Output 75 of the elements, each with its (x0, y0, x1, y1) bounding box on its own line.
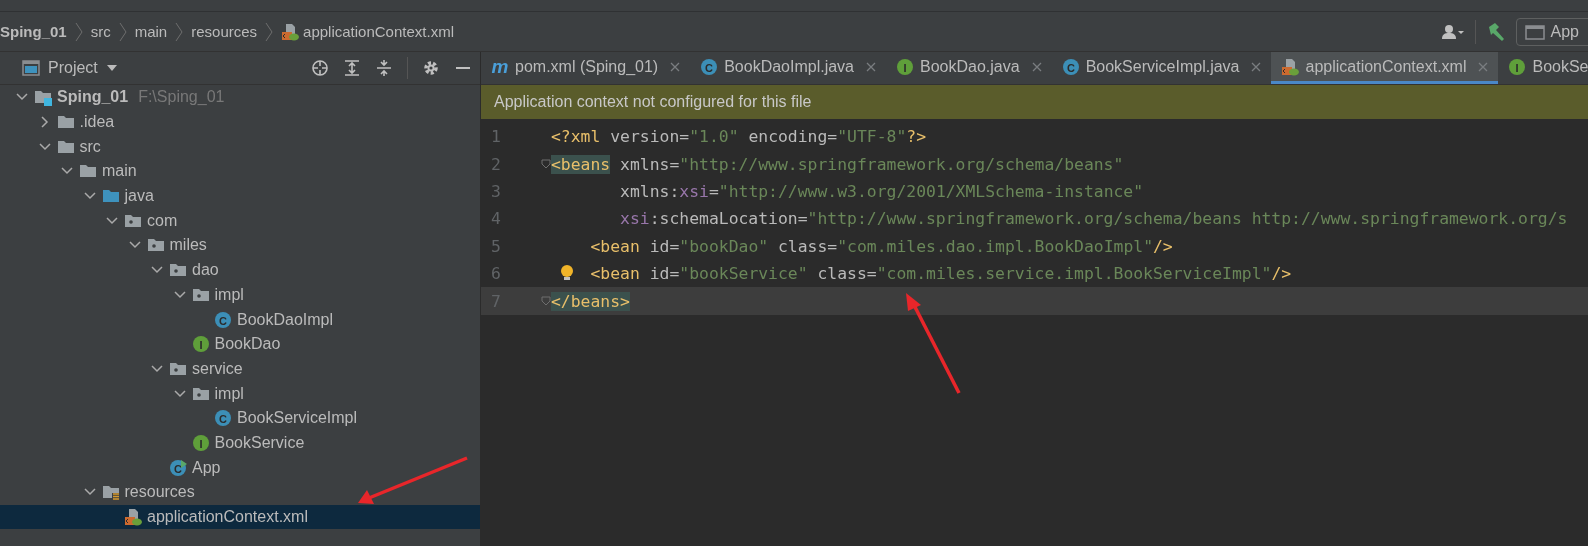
tree-item[interactable]: C BookDaoImpl (214, 310, 334, 329)
tree-item[interactable]: src (56, 137, 101, 156)
code-line: <bean id="bookService" class="com.miles.service.impl.BookServiceImpl"/> (590, 264, 1292, 284)
line-number: 6 (490, 264, 502, 284)
chevron-separator-icon (175, 21, 184, 42)
editor-tab[interactable]: I BookDao.java (886, 52, 1052, 84)
tree-item[interactable]: java (101, 187, 154, 206)
tree-item[interactable]: service (169, 359, 243, 378)
tree-item[interactable]: com (124, 211, 178, 230)
code-line: xsi:schemaLocation="http://www.springframework.org/schema/beans http://www.springframework.org/s (620, 209, 1568, 229)
line-number: 3 (490, 181, 502, 201)
class-icon: C (214, 409, 232, 428)
collapse-all-icon[interactable] (375, 59, 393, 77)
close-icon[interactable] (1251, 61, 1262, 72)
class-icon: C (700, 57, 719, 76)
editor-tab[interactable]: C BookServiceImpl.java (1051, 52, 1272, 84)
interface-icon: I (896, 57, 914, 76)
project-view-dropdown[interactable]: Project (22, 59, 118, 77)
editor-tab[interactable]: m pom.xml (Sping_01) (481, 52, 691, 84)
code-line: <?xml version="1.0" encoding="UTF-8"?> (551, 127, 927, 147)
chevron-separator-icon (74, 21, 83, 42)
line-number: 1 (490, 127, 502, 147)
close-icon[interactable] (866, 61, 876, 72)
maven-icon: m (491, 57, 509, 76)
tree-item[interactable]: dao (169, 261, 219, 280)
panel-icon (22, 59, 40, 77)
interface-icon: I (1508, 57, 1527, 76)
xml-file-icon (281, 22, 300, 41)
class-icon: C (1061, 57, 1080, 76)
tree-item[interactable]: C App (169, 458, 221, 477)
editor-tab[interactable]: applicationContext.xml (1271, 52, 1499, 84)
tree-item[interactable]: impl (191, 384, 244, 403)
expand-all-icon[interactable] (343, 59, 361, 77)
class-icon: C (214, 310, 232, 329)
line-number: 5 (490, 236, 502, 256)
tree-item[interactable]: .idea (56, 113, 115, 132)
tree-item[interactable]: resources (101, 483, 195, 502)
project-path: F:\Sping_01 (138, 88, 225, 107)
tree-item[interactable]: impl (191, 285, 244, 304)
breadcrumb-item[interactable]: resources (191, 21, 258, 42)
code-line: xmlns:xsi="http://www.w3.org/2001/XMLSchema-instance" (620, 181, 1144, 201)
class-icon: C (169, 458, 187, 477)
breadcrumb-item[interactable]: applicationContext.xml (281, 20, 454, 43)
run-config-dropdown[interactable]: App (1515, 17, 1588, 46)
interface-icon: I (191, 433, 210, 452)
code-line: <bean id="bookDao" class="com.miles.dao.impl.BookDaoImpl"/> (590, 236, 1173, 256)
tree-item[interactable]: main (79, 162, 137, 181)
tree-item[interactable]: miles (146, 236, 207, 255)
close-icon[interactable] (670, 61, 681, 72)
chevron-separator-icon (118, 21, 127, 42)
breadcrumb-item[interactable]: main (134, 21, 168, 42)
project-folder-icon (34, 88, 52, 107)
breadcrumb-item[interactable]: Sping_01 (0, 21, 67, 42)
close-icon[interactable] (1031, 61, 1042, 72)
tree-item[interactable]: I BookDao (191, 335, 281, 354)
editor-tab[interactable]: I BookSe (1498, 52, 1588, 84)
tree-item[interactable]: Sping_01 (34, 88, 129, 107)
tree-item[interactable]: I BookService (191, 433, 305, 452)
tree-item[interactable]: C BookServiceImpl (214, 409, 358, 428)
line-number: 2 (490, 154, 502, 174)
window-icon (1524, 22, 1545, 41)
chevron-separator-icon (265, 21, 274, 42)
settings-icon[interactable] (422, 59, 440, 77)
notification-banner: Application context not configured for this file (481, 85, 1588, 119)
locate-icon[interactable] (311, 59, 329, 77)
user-dropdown-icon (1440, 22, 1465, 41)
xml-file-icon (124, 508, 142, 527)
breadcrumb-item[interactable]: src (90, 21, 111, 42)
lightbulb-icon[interactable] (559, 263, 575, 281)
xml-file-icon (1281, 57, 1300, 76)
resources-folder-icon (101, 483, 120, 502)
editor-tab[interactable]: C BookDaoImpl.java (690, 52, 886, 84)
code-line: <beans xmlns="http://www.springframework.org/schema/beans" (551, 154, 1124, 174)
line-number: 4 (490, 209, 502, 229)
interface-icon: I (191, 335, 210, 354)
